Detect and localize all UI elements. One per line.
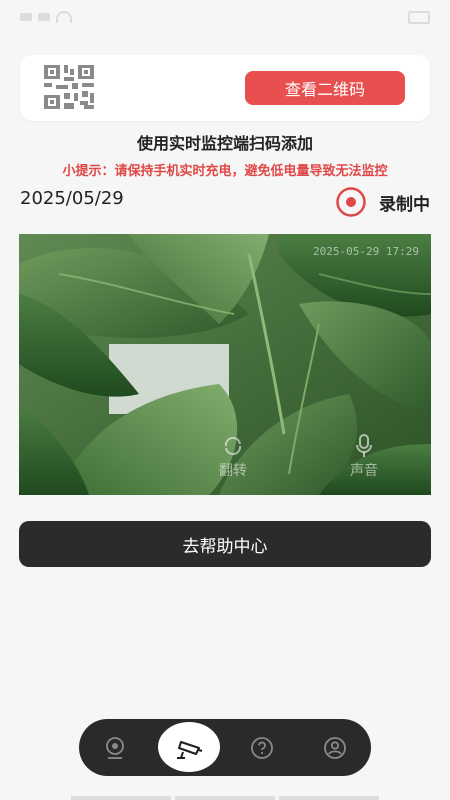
profile-icon <box>324 736 346 759</box>
system-nav-bar <box>0 796 450 800</box>
rotate-camera-label: 翻转 <box>219 463 247 479</box>
status-bar <box>0 0 450 34</box>
nav-segment <box>279 796 379 800</box>
wifi-icon <box>56 11 72 23</box>
tab-webcam[interactable] <box>85 719 145 776</box>
sound-button[interactable]: 声音 <box>350 432 378 480</box>
recording-status: 录制中 <box>335 186 430 218</box>
bottom-tab-bar <box>79 719 371 776</box>
date-label: 2025/05/29 <box>20 188 124 209</box>
nav-segment <box>175 796 275 800</box>
recording-label: 录制中 <box>379 194 430 215</box>
help-icon <box>251 736 273 759</box>
scan-title: 使用实时监控端扫码添加 <box>136 134 313 153</box>
camera-timestamp: 2025-05-29 17:29 <box>313 245 419 258</box>
cctv-camera-icon <box>177 740 203 759</box>
tab-monitor[interactable] <box>159 719 219 776</box>
status-bar-left <box>20 11 72 23</box>
rotate-camera-icon <box>219 432 247 460</box>
sound-label: 声音 <box>350 463 378 479</box>
tip-text: 小提示：请保持手机实时充电，避免低电量导致无法监控 <box>62 164 388 179</box>
qr-card: 查看二维码 <box>20 55 430 121</box>
tab-profile[interactable] <box>305 719 365 776</box>
camera-preview[interactable]: 2025-05-29 17:29 翻转 声音 <box>19 234 431 495</box>
microphone-icon <box>350 432 378 460</box>
rotate-camera-button[interactable]: 翻转 <box>219 432 247 480</box>
status-icon <box>20 13 32 21</box>
record-icon <box>336 187 366 217</box>
battery-icon <box>408 10 430 24</box>
tab-help[interactable] <box>232 719 292 776</box>
status-icon <box>38 13 50 21</box>
status-bar-right <box>408 10 430 24</box>
webcam-icon <box>106 736 124 759</box>
qr-code-icon <box>44 65 94 109</box>
view-qr-code-button[interactable]: 查看二维码 <box>245 71 405 105</box>
nav-segment <box>71 796 171 800</box>
help-center-button[interactable]: 去帮助中心 <box>19 521 431 567</box>
